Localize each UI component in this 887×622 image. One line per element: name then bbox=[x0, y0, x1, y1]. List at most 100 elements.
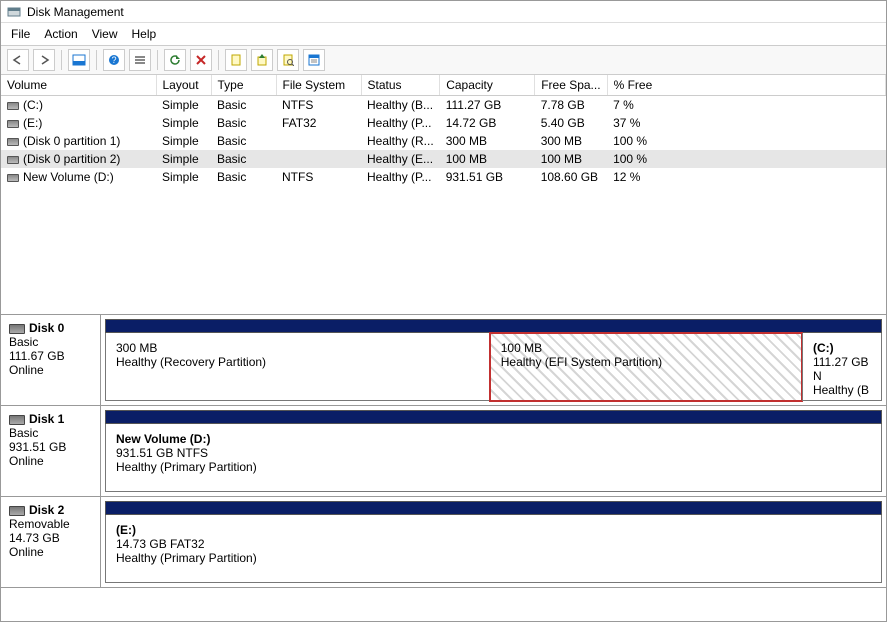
disk-name: Disk 0 bbox=[29, 321, 64, 335]
disk-name: Disk 1 bbox=[29, 412, 64, 426]
partition-block[interactable]: (E:)14.73 GB FAT32Healthy (Primary Parti… bbox=[105, 515, 882, 583]
cell: Basic bbox=[211, 132, 276, 150]
window-title: Disk Management bbox=[27, 5, 124, 19]
cell: 300 MB bbox=[535, 132, 607, 150]
disk-type: Removable bbox=[9, 517, 92, 531]
delete-button[interactable] bbox=[190, 49, 212, 71]
cell: 7.78 GB bbox=[535, 96, 607, 115]
col-pct[interactable]: % Free bbox=[607, 75, 885, 96]
app-icon bbox=[7, 5, 21, 19]
menu-action[interactable]: Action bbox=[44, 27, 77, 41]
col-type[interactable]: Type bbox=[211, 75, 276, 96]
table-row[interactable]: (E:)SimpleBasicFAT32Healthy (P...14.72 G… bbox=[1, 114, 886, 132]
refresh-button[interactable] bbox=[164, 49, 186, 71]
cell: 108.60 GB bbox=[535, 168, 607, 186]
disk-panel: Disk 0Basic111.67 GBOnline300 MBHealthy … bbox=[1, 315, 886, 406]
svg-text:?: ? bbox=[111, 55, 116, 65]
partition-title: (E:) bbox=[116, 523, 871, 537]
disk-graph: 300 MBHealthy (Recovery Partition)100 MB… bbox=[101, 315, 886, 405]
partition-block[interactable]: 300 MBHealthy (Recovery Partition) bbox=[105, 333, 490, 401]
col-layout[interactable]: Layout bbox=[156, 75, 211, 96]
page-search-button[interactable] bbox=[277, 49, 299, 71]
disk-state: Online bbox=[9, 363, 92, 377]
partition-block[interactable]: 100 MBHealthy (EFI System Partition) bbox=[490, 333, 802, 401]
table-row[interactable]: New Volume (D:)SimpleBasicNTFSHealthy (P… bbox=[1, 168, 886, 186]
disk-info[interactable]: Disk 1Basic931.51 GBOnline bbox=[1, 406, 101, 496]
forward-button[interactable] bbox=[33, 49, 55, 71]
cell: Basic bbox=[211, 114, 276, 132]
menu-file[interactable]: File bbox=[11, 27, 30, 41]
cell: (Disk 0 partition 1) bbox=[1, 132, 156, 150]
cell: Healthy (R... bbox=[361, 132, 440, 150]
disk-info[interactable]: Disk 2Removable14.73 GBOnline bbox=[1, 497, 101, 587]
menu-view[interactable]: View bbox=[92, 27, 118, 41]
settings-list-button[interactable] bbox=[129, 49, 151, 71]
cell: Basic bbox=[211, 96, 276, 115]
disk-icon bbox=[9, 415, 25, 425]
cell: 100 % bbox=[607, 132, 885, 150]
cell: Simple bbox=[156, 168, 211, 186]
disk-size: 931.51 GB bbox=[9, 440, 92, 454]
disk-size: 111.67 GB bbox=[9, 349, 92, 363]
table-row[interactable]: (Disk 0 partition 1)SimpleBasicHealthy (… bbox=[1, 132, 886, 150]
cell: 111.27 GB bbox=[440, 96, 535, 115]
vol-name: New Volume (D:) bbox=[23, 170, 114, 184]
col-volume[interactable]: Volume bbox=[1, 75, 156, 96]
cell: Healthy (P... bbox=[361, 168, 440, 186]
partition-status: Healthy (Primary Partition) bbox=[116, 551, 871, 565]
volume-list[interactable]: Volume Layout Type File System Status Ca… bbox=[1, 75, 886, 315]
cell: 100 MB bbox=[440, 150, 535, 168]
partition-block[interactable]: New Volume (D:)931.51 GB NTFSHealthy (Pr… bbox=[105, 424, 882, 492]
cell: Simple bbox=[156, 114, 211, 132]
cell: 12 % bbox=[607, 168, 885, 186]
view-bottom-button[interactable] bbox=[68, 49, 90, 71]
partition-title: New Volume (D:) bbox=[116, 432, 871, 446]
properties-button[interactable] bbox=[303, 49, 325, 71]
col-fs[interactable]: File System bbox=[276, 75, 361, 96]
partition-size: 14.73 GB FAT32 bbox=[116, 537, 871, 551]
partition-block[interactable]: (C:)111.27 GB NHealthy (B bbox=[802, 333, 882, 401]
menu-help[interactable]: Help bbox=[132, 27, 157, 41]
disk-type: Basic bbox=[9, 335, 92, 349]
table-row[interactable]: (Disk 0 partition 2)SimpleBasicHealthy (… bbox=[1, 150, 886, 168]
disk-name: Disk 2 bbox=[29, 503, 64, 517]
col-capacity[interactable]: Capacity bbox=[440, 75, 535, 96]
disk-info[interactable]: Disk 0Basic111.67 GBOnline bbox=[1, 315, 101, 405]
partition-status: Healthy (EFI System Partition) bbox=[501, 355, 791, 369]
col-status[interactable]: Status bbox=[361, 75, 440, 96]
drive-icon bbox=[7, 120, 19, 128]
volume-header-row: Volume Layout Type File System Status Ca… bbox=[1, 75, 886, 96]
disk-panel: Disk 1Basic931.51 GBOnlineNew Volume (D:… bbox=[1, 406, 886, 497]
back-button[interactable] bbox=[7, 49, 29, 71]
drive-icon bbox=[7, 156, 19, 164]
partition-size: 111.27 GB N bbox=[813, 355, 871, 383]
cell: 5.40 GB bbox=[535, 114, 607, 132]
disk-header-bar bbox=[105, 501, 882, 515]
drive-icon bbox=[7, 174, 19, 182]
cell bbox=[276, 150, 361, 168]
disk-size: 14.73 GB bbox=[9, 531, 92, 545]
disk-state: Online bbox=[9, 545, 92, 559]
table-row[interactable]: (C:)SimpleBasicNTFSHealthy (B...111.27 G… bbox=[1, 96, 886, 115]
vol-name: (Disk 0 partition 1) bbox=[23, 134, 120, 148]
col-free[interactable]: Free Spa... bbox=[535, 75, 607, 96]
disk-header-bar bbox=[105, 319, 882, 333]
cell: (Disk 0 partition 2) bbox=[1, 150, 156, 168]
cell: Basic bbox=[211, 168, 276, 186]
disk-graph: New Volume (D:)931.51 GB NTFSHealthy (Pr… bbox=[101, 406, 886, 496]
disk-icon bbox=[9, 506, 25, 516]
disk-graphical-view: Disk 0Basic111.67 GBOnline300 MBHealthy … bbox=[1, 315, 886, 588]
drive-icon bbox=[7, 138, 19, 146]
page-button[interactable] bbox=[225, 49, 247, 71]
help-button[interactable]: ? bbox=[103, 49, 125, 71]
partition-size: 931.51 GB NTFS bbox=[116, 446, 871, 460]
partition-status: Healthy (Recovery Partition) bbox=[116, 355, 479, 369]
partition-row: 300 MBHealthy (Recovery Partition)100 MB… bbox=[105, 333, 882, 401]
cell: 300 MB bbox=[440, 132, 535, 150]
partition-size: 300 MB bbox=[116, 341, 479, 355]
cell: 7 % bbox=[607, 96, 885, 115]
disk-header-bar bbox=[105, 410, 882, 424]
cell: New Volume (D:) bbox=[1, 168, 156, 186]
title-bar: Disk Management bbox=[1, 1, 886, 23]
page-up-button[interactable] bbox=[251, 49, 273, 71]
